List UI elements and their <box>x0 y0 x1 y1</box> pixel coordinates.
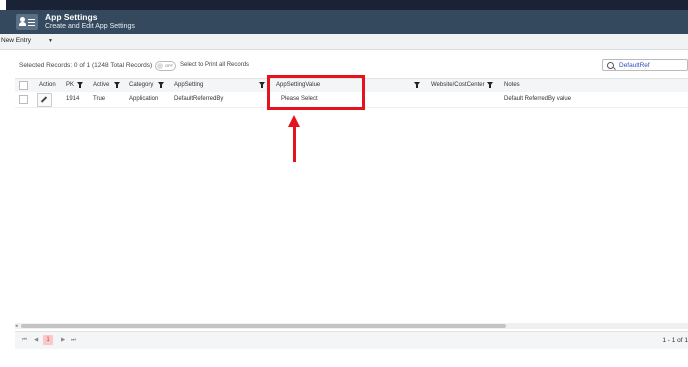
search-box[interactable] <box>602 59 688 71</box>
window-corner <box>0 0 6 10</box>
pk-filter-icon[interactable] <box>77 82 83 88</box>
person-icon <box>19 17 26 27</box>
column-category[interactable]: Category <box>129 82 153 88</box>
column-active[interactable]: Active <box>93 82 109 88</box>
lines-icon <box>28 19 35 28</box>
toolbar: New Entry ▼ <box>0 34 688 50</box>
cell-notes: Default ReferredBy value <box>504 96 572 102</box>
pager-info: 1 - 1 of 1 <box>662 337 688 344</box>
toggle-state-label: OFF <box>165 63 173 68</box>
prev-page-icon[interactable]: ◀ <box>34 337 38 343</box>
select-all-checkbox[interactable] <box>19 81 28 90</box>
selection-bar: Selected Records: 0 of 1 (1248 Total Rec… <box>0 55 688 75</box>
column-appsetting[interactable]: AppSetting <box>174 82 203 88</box>
last-page-icon[interactable]: ⏭ <box>71 337 76 344</box>
next-page-icon[interactable]: ▶ <box>61 337 65 343</box>
print-all-label: Select to Print all Records <box>180 62 250 68</box>
appsetting-filter-icon[interactable] <box>259 82 265 88</box>
column-pk[interactable]: PK <box>66 82 74 88</box>
cell-active: True <box>93 96 106 102</box>
cell-pk: 1914 <box>66 96 80 102</box>
new-entry-dropdown-icon[interactable]: ▼ <box>48 38 53 44</box>
search-input[interactable] <box>619 61 685 70</box>
page-title: App Settings <box>45 12 98 22</box>
selected-records-text: Selected Records: 0 of 1 (1248 Total Rec… <box>19 62 153 69</box>
row-checkbox[interactable] <box>19 95 28 104</box>
search-icon <box>607 62 614 69</box>
category-filter-icon[interactable] <box>158 82 164 88</box>
column-notes[interactable]: Notes <box>504 82 520 88</box>
page-subtitle: Create and Edit App Settings <box>45 23 135 30</box>
appsettingvalue-filter-icon[interactable] <box>414 82 420 88</box>
pencil-icon <box>40 96 48 103</box>
annotation-arrow-shaft <box>293 126 296 162</box>
print-all-toggle[interactable]: OFF <box>155 61 176 71</box>
website-filter-icon[interactable] <box>487 82 493 88</box>
first-page-icon[interactable]: ⏮ <box>22 337 27 344</box>
edit-button[interactable] <box>37 93 52 107</box>
column-website-costcenter[interactable]: Website/CostCenter <box>431 82 485 88</box>
pager: ⏮ ◀ 1 ▶ ⏭ 1 - 1 of 1 <box>15 331 688 349</box>
current-page-button[interactable]: 1 <box>43 335 53 345</box>
app-header: App Settings Create and Edit App Setting… <box>0 10 688 34</box>
cell-category: Application <box>129 96 159 102</box>
top-bar <box>0 0 688 10</box>
column-action: Action <box>39 82 56 88</box>
scroll-left-icon[interactable]: ◂ <box>15 323 18 329</box>
annotation-highlight-box <box>267 75 365 110</box>
new-entry-button[interactable]: New Entry <box>1 37 31 44</box>
app-settings-icon <box>16 14 38 30</box>
scrollbar-thumb[interactable] <box>21 324 506 328</box>
horizontal-scrollbar[interactable]: ◂ <box>15 323 688 329</box>
active-filter-icon[interactable] <box>114 82 120 88</box>
cell-appsetting: DefaultReferredBy <box>174 96 224 102</box>
toggle-knob <box>157 63 163 69</box>
